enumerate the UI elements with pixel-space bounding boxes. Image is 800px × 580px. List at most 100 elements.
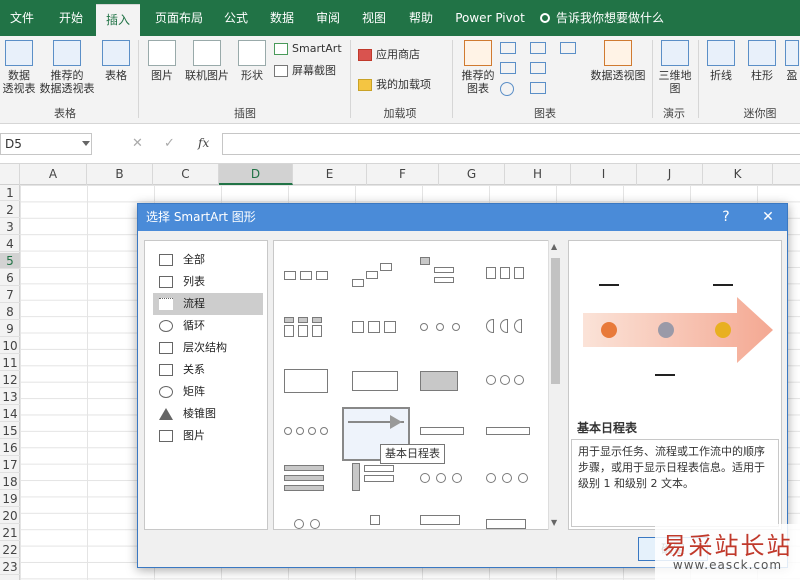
column-header[interactable]: C (153, 164, 219, 185)
category-pyramid[interactable]: 棱锥图 (153, 403, 263, 425)
category-cycle[interactable]: 循环 (153, 315, 263, 337)
column-header[interactable]: E (293, 164, 367, 185)
smartart-button[interactable]: SmartArt (274, 42, 342, 55)
row-header[interactable]: 15 (0, 423, 20, 439)
row-header[interactable]: 17 (0, 457, 20, 473)
picture-button[interactable]: 图片 (144, 40, 180, 82)
row-header[interactable]: 12 (0, 372, 20, 388)
row-header[interactable]: 9 (0, 321, 20, 337)
column-header[interactable]: J (637, 164, 703, 185)
category-hierarchy[interactable]: 层次结构 (153, 337, 263, 359)
screenshot-button[interactable]: 屏幕截图 (274, 62, 336, 78)
column-header[interactable]: H (505, 164, 571, 185)
gallery-scrollbar[interactable]: ▲ ▼ (548, 240, 561, 530)
layout-thumbnail[interactable] (486, 469, 538, 499)
pivot-table-button[interactable]: 数据 透视表 (2, 40, 36, 95)
close-button[interactable]: ✕ (754, 204, 782, 231)
row-header[interactable]: 19 (0, 491, 20, 507)
row-header[interactable]: 14 (0, 406, 20, 422)
layout-thumbnail[interactable] (352, 261, 404, 291)
column-header[interactable]: B (87, 164, 153, 185)
layout-thumbnail[interactable] (352, 463, 404, 493)
row-header[interactable]: 8 (0, 304, 20, 320)
tab-insert[interactable]: 插入 (96, 4, 140, 36)
layout-thumbnail[interactable] (420, 469, 472, 499)
row-header[interactable]: 21 (0, 525, 20, 541)
layout-thumbnail[interactable] (352, 367, 404, 397)
layout-thumbnail[interactable] (284, 419, 336, 449)
row-header[interactable]: 23 (0, 559, 20, 575)
row-header[interactable]: 6 (0, 270, 20, 286)
row-header[interactable]: 4 (0, 236, 20, 252)
layout-thumbnail[interactable] (284, 513, 336, 529)
scroll-up-icon[interactable]: ▲ (551, 242, 557, 251)
my-addins-button[interactable]: 我的加载项 (358, 76, 431, 92)
layout-thumbnail[interactable] (284, 261, 336, 291)
layout-thumbnail[interactable] (284, 313, 336, 343)
row-header[interactable]: 16 (0, 440, 20, 456)
formula-input[interactable] (222, 133, 800, 155)
row-header[interactable]: 2 (0, 202, 20, 218)
row-header[interactable]: 1 (0, 185, 20, 201)
map-3d-button[interactable]: 三维地 图 (656, 40, 694, 95)
function-icon[interactable]: fx (198, 136, 209, 150)
layout-thumbnail[interactable] (486, 513, 538, 529)
help-button[interactable]: ? (712, 204, 740, 231)
sparkline-winloss-button[interactable]: 盈 (784, 40, 800, 82)
column-header[interactable]: G (439, 164, 505, 185)
column-header[interactable]: A (20, 164, 87, 185)
layout-thumbnail[interactable] (284, 361, 336, 401)
column-header[interactable]: I (571, 164, 637, 185)
tab-power-pivot[interactable]: Power Pivot (450, 0, 530, 36)
row-header[interactable]: 20 (0, 508, 20, 524)
tell-me-search[interactable]: 告诉我你想要做什么 (540, 0, 680, 36)
tab-home[interactable]: 开始 (48, 0, 94, 36)
layout-thumbnail[interactable] (284, 463, 336, 493)
tab-review[interactable]: 审阅 (306, 0, 350, 36)
select-all-corner[interactable] (0, 164, 20, 185)
layout-thumbnail[interactable] (486, 313, 538, 343)
tab-view[interactable]: 视图 (352, 0, 396, 36)
name-box[interactable]: D5 (0, 133, 92, 155)
scroll-down-icon[interactable]: ▼ (551, 518, 557, 527)
recommended-pivot-button[interactable]: 推荐的 数据透视表 (38, 40, 96, 95)
online-picture-button[interactable]: 联机图片 (182, 40, 232, 82)
tab-file[interactable]: 文件 (0, 0, 44, 36)
scrollbar-thumb[interactable] (551, 258, 560, 384)
category-list-item[interactable]: 列表 (153, 271, 263, 293)
tab-page-layout[interactable]: 页面布局 (146, 0, 212, 36)
sparkline-line-button[interactable]: 折线 (702, 40, 740, 82)
row-header[interactable]: 13 (0, 389, 20, 405)
sparkline-column-button[interactable]: 柱形 (744, 40, 780, 82)
column-header-selected[interactable]: D (219, 164, 293, 185)
chart-type-buttons[interactable] (500, 40, 580, 100)
category-matrix[interactable]: 矩阵 (153, 381, 263, 403)
category-all[interactable]: 全部 (153, 249, 263, 271)
chevron-down-icon[interactable] (82, 141, 90, 146)
category-relationship[interactable]: 关系 (153, 359, 263, 381)
column-header[interactable]: K (703, 164, 773, 185)
layout-thumbnail[interactable] (420, 255, 472, 285)
layout-thumbnail[interactable] (486, 261, 538, 291)
layout-thumbnail[interactable] (420, 313, 472, 343)
layout-thumbnail[interactable] (420, 363, 472, 401)
category-picture[interactable]: 图片 (153, 425, 263, 447)
app-store-button[interactable]: 应用商店 (358, 46, 420, 62)
category-process[interactable]: 流程 (153, 293, 263, 315)
tab-formulas[interactable]: 公式 (214, 0, 258, 36)
table-button[interactable]: 表格 (98, 40, 134, 82)
cancel-icon[interactable]: ✕ (132, 136, 143, 151)
pivot-chart-button[interactable]: 数据透视图 (586, 40, 650, 82)
shapes-button[interactable]: 形状 (234, 40, 270, 82)
layout-thumbnail[interactable] (486, 369, 538, 399)
row-header[interactable]: 11 (0, 355, 20, 371)
layout-thumbnail[interactable] (420, 511, 472, 529)
tab-help[interactable]: 帮助 (398, 0, 444, 36)
recommended-charts-button[interactable]: 推荐的 图表 (458, 40, 498, 95)
row-header-selected[interactable]: 5 (0, 253, 20, 269)
column-header[interactable]: F (367, 164, 439, 185)
row-header[interactable]: 10 (0, 338, 20, 354)
row-header[interactable]: 18 (0, 474, 20, 490)
layout-thumbnail[interactable] (352, 313, 404, 343)
tab-data[interactable]: 数据 (260, 0, 304, 36)
